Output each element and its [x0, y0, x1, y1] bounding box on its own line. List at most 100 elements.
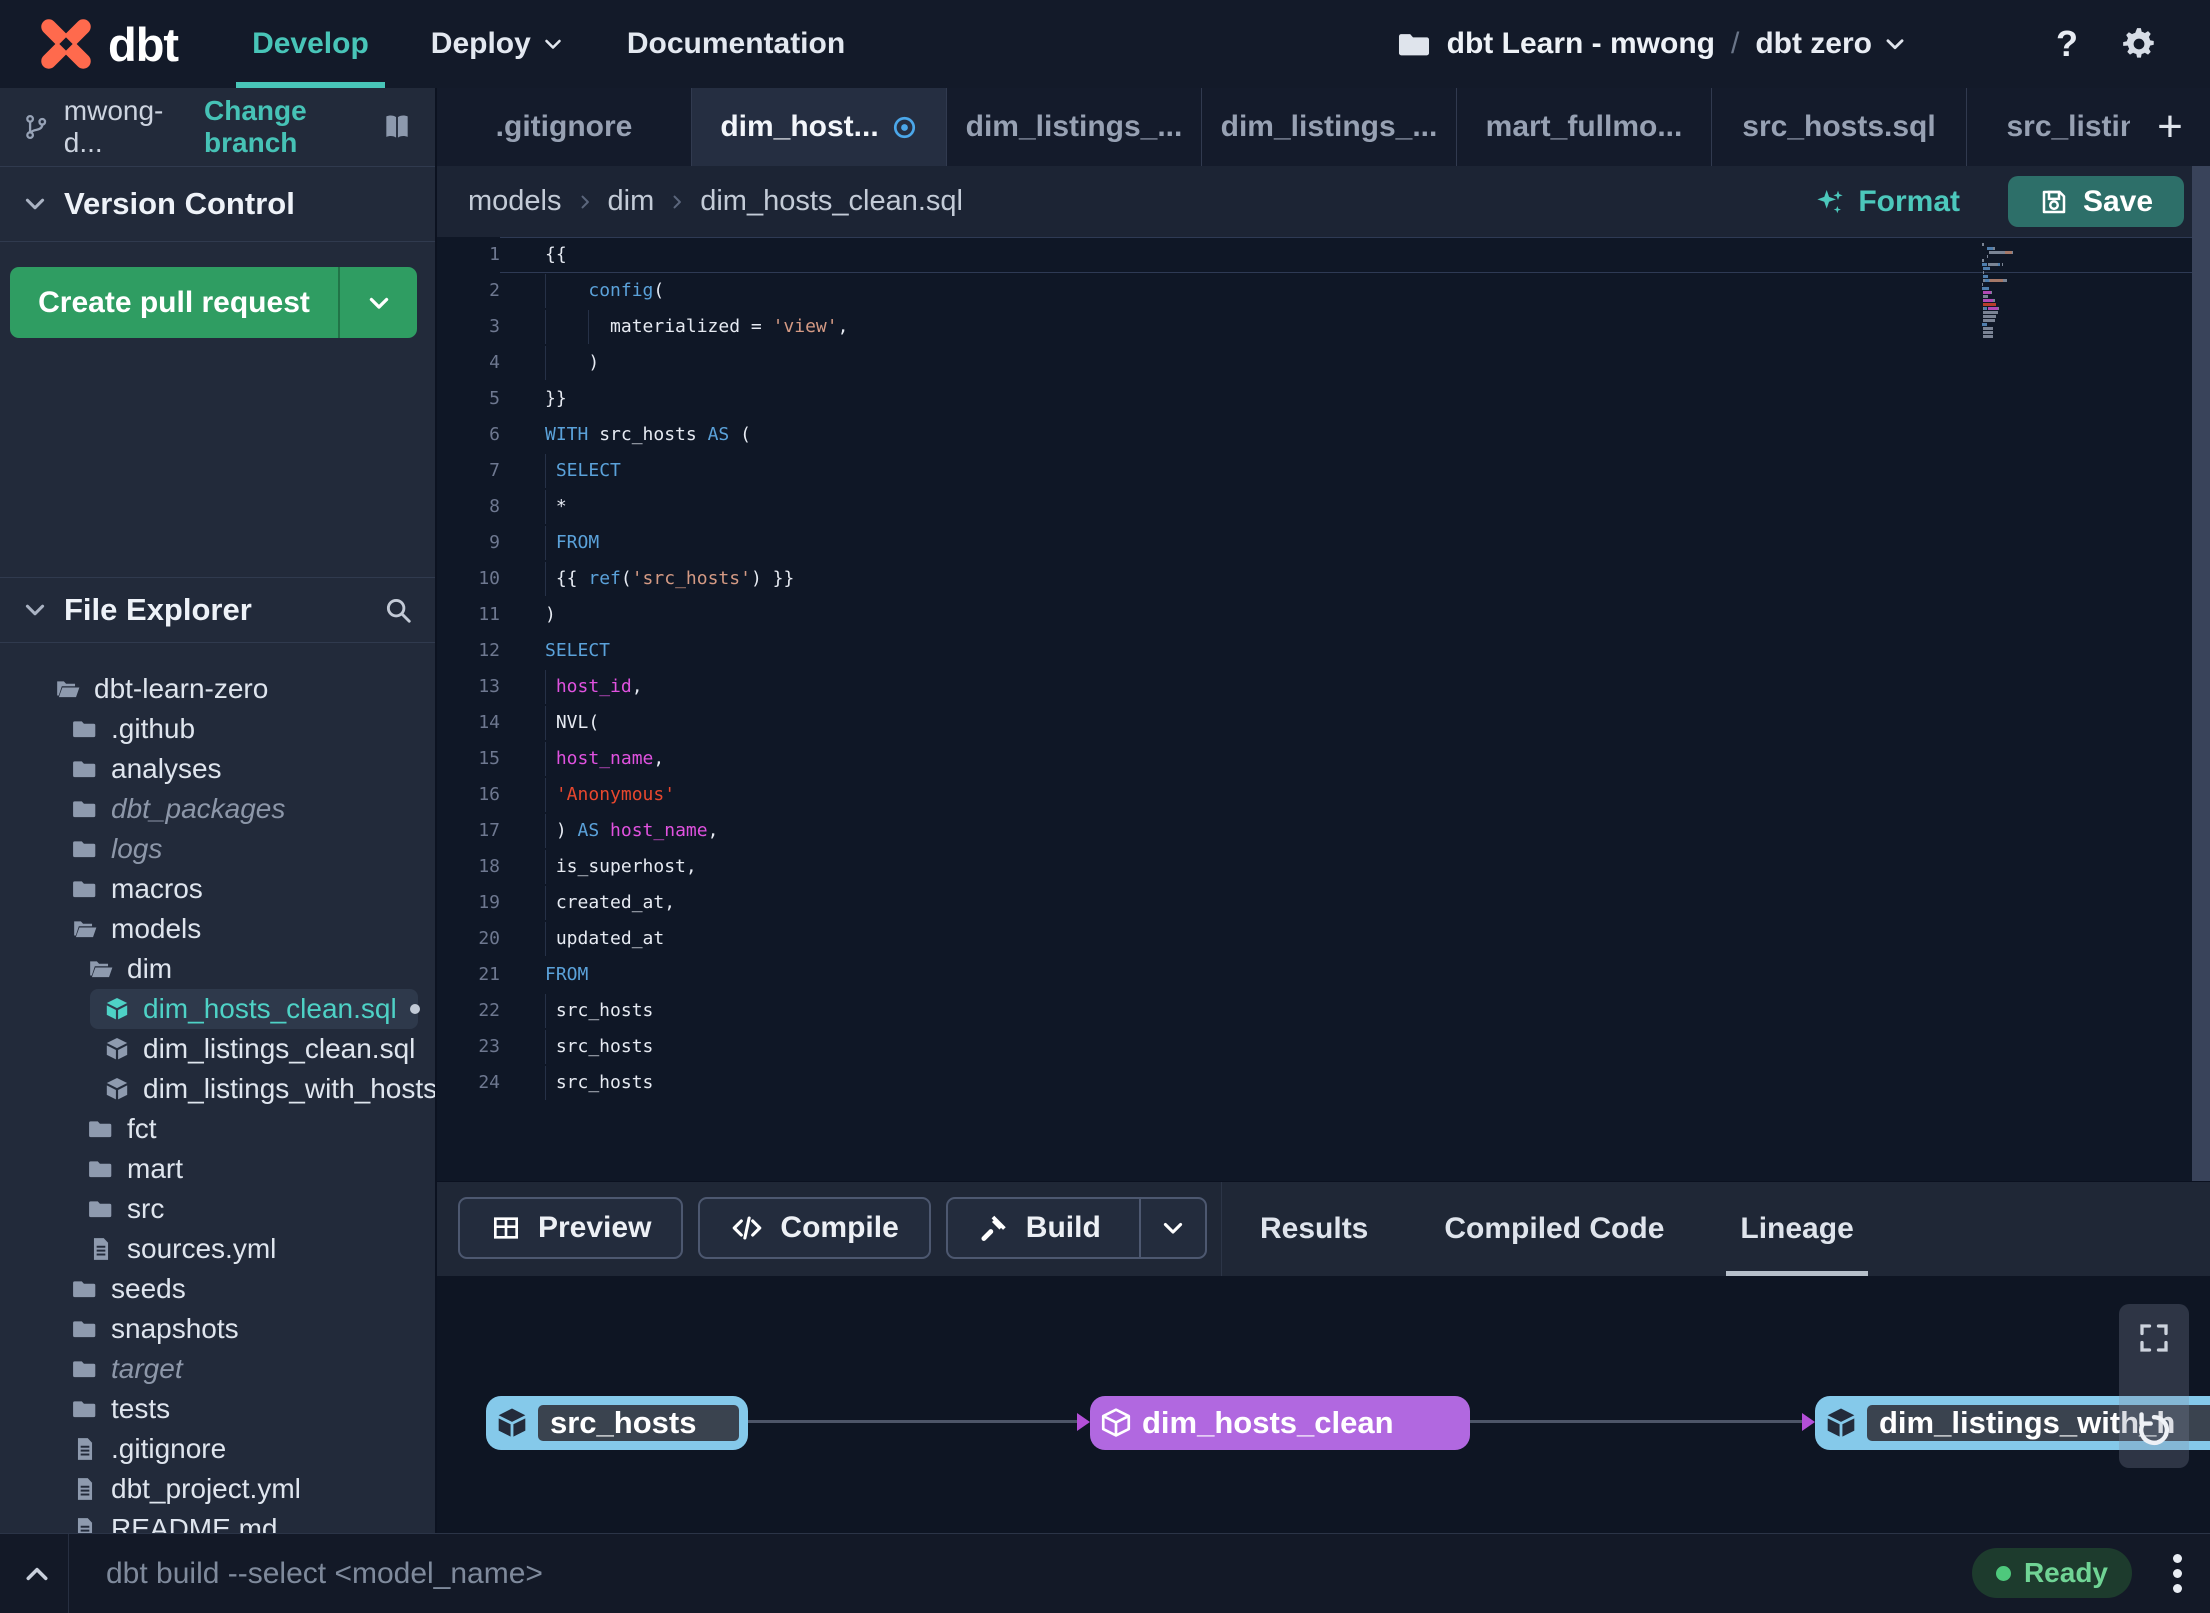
folder-icon [73, 801, 96, 818]
nav-menu-documentation[interactable]: Documentation [627, 0, 845, 88]
file-tree-item[interactable]: src [74, 1189, 418, 1229]
file-explorer-title: File Explorer [64, 592, 252, 627]
file-icon-holder [88, 1236, 114, 1262]
editor-tab[interactable]: src_listings. [1967, 88, 2130, 166]
lineage-node[interactable]: src_hosts [486, 1396, 748, 1450]
minimap-line [1982, 323, 2044, 326]
minimap-line [1982, 307, 2044, 310]
folder-icon-holder [72, 1396, 98, 1422]
file-tree-item[interactable]: logs [58, 829, 418, 869]
breadcrumb-item[interactable]: dim [608, 185, 655, 218]
reset-view-button[interactable] [2132, 1408, 2176, 1452]
statusbar-divider [68, 1534, 69, 1613]
file-search-button[interactable] [383, 595, 413, 625]
code-line: 17 ) AS host_name, [437, 813, 2210, 849]
panel-tab-lineage[interactable]: Lineage [1702, 1182, 1891, 1276]
node-cube-icon-holder [1090, 1406, 1142, 1440]
nav-menu: Develop Deploy Documentation [178, 0, 845, 88]
breadcrumb-item[interactable]: models [468, 185, 562, 218]
file-tree-item[interactable]: dim_listings_clean.sql [90, 1029, 418, 1069]
file-tree-item[interactable]: dim_hosts_clean.sql [90, 989, 420, 1029]
tab-label: dim_host... [720, 110, 879, 143]
editor-minimap[interactable] [1982, 243, 2044, 339]
file-tree-item[interactable]: dbt-learn-zero [41, 669, 418, 709]
build-dropdown[interactable] [1138, 1199, 1205, 1257]
lineage-node-label: src_hosts [538, 1405, 739, 1441]
file-tree-label: models [111, 913, 202, 944]
nav-menu-develop[interactable]: Develop [236, 0, 385, 88]
editor-tab[interactable]: .gitignore [437, 88, 692, 166]
git-branch-icon [26, 114, 47, 140]
create-pull-request-button[interactable]: Create pull request [10, 267, 338, 338]
tab-label: dim_listings_... [1220, 110, 1438, 143]
file-tree-item[interactable]: seeds [58, 1269, 418, 1309]
lineage-node[interactable]: dim_hosts_clean [1090, 1396, 1470, 1450]
file-tree-item[interactable]: target [58, 1349, 418, 1389]
file-tree-item[interactable]: README.md [58, 1509, 418, 1533]
folder-icon [73, 1401, 96, 1418]
lineage-canvas: src_hosts dim_hosts_clean dim_listings_wit… [437, 1276, 2210, 1533]
statusbar-menu-button[interactable] [2173, 1534, 2182, 1613]
unsaved-dot-icon [409, 1004, 420, 1014]
build-button[interactable]: Build [945, 1197, 1207, 1259]
file-tree-item[interactable]: macros [58, 869, 418, 909]
file-tree-item[interactable]: dbt_packages [58, 789, 418, 829]
dbt-logo[interactable]: dbt [36, 14, 179, 74]
file-explorer-header[interactable]: File Explorer [0, 577, 435, 643]
environment-selector[interactable]: dbt zero [1755, 27, 1872, 61]
version-control-header[interactable]: Version Control [0, 167, 435, 242]
minimap-line [1982, 319, 2044, 322]
file-tree-item[interactable]: .gitignore [58, 1429, 418, 1469]
action-buttons: Preview Compile Build [458, 1197, 1207, 1259]
change-branch-link[interactable]: Change branch [204, 95, 381, 159]
file-icon [77, 1478, 93, 1500]
file-tree-item[interactable]: models [58, 909, 418, 949]
format-button[interactable]: Format [1814, 185, 1960, 219]
breadcrumb-item[interactable]: dim_hosts_clean.sql [700, 185, 963, 218]
environment-chevron[interactable] [1882, 31, 1908, 57]
expand-console-button[interactable] [22, 1534, 52, 1613]
editor-tab[interactable]: mart_fullmo... [1457, 88, 1712, 166]
minimap-line [1982, 295, 2044, 298]
project-name[interactable]: dbt Learn - mwong [1447, 27, 1715, 61]
file-tree-item[interactable]: analyses [58, 749, 418, 789]
create-pull-request-dropdown[interactable] [340, 267, 417, 338]
editor-tab[interactable]: src_hosts.sql [1712, 88, 1967, 166]
nav-menu-deploy[interactable]: Deploy [431, 0, 565, 88]
file-tree-item[interactable]: dim_listings_with_hosts... [90, 1069, 435, 1109]
chevron-down-icon [369, 297, 388, 309]
file-tree-item[interactable]: tests [58, 1389, 418, 1429]
compile-button[interactable]: Compile [698, 1197, 931, 1259]
panel-tab-compiled-code[interactable]: Compiled Code [1406, 1182, 1702, 1276]
file-tree-label: snapshots [111, 1313, 239, 1344]
docs-book-button[interactable] [381, 111, 413, 143]
code-text: {{ ref('src_hosts') }} [500, 561, 2210, 597]
line-number: 8 [489, 496, 500, 517]
file-tree-item[interactable]: mart [74, 1149, 418, 1189]
minimap-line [1982, 283, 2044, 286]
file-tree-item[interactable]: sources.yml [74, 1229, 418, 1269]
command-input[interactable]: dbt build --select <model_name> [106, 1534, 543, 1613]
file-tree-item[interactable]: snapshots [58, 1309, 418, 1349]
help-button[interactable]: ? [2056, 23, 2078, 65]
file-tree-item[interactable]: .github [58, 709, 418, 749]
file-tree-item[interactable]: dbt_project.yml [58, 1469, 418, 1509]
button-label: Compile [780, 1211, 899, 1244]
fullscreen-button[interactable] [2136, 1320, 2172, 1356]
editor-tab[interactable]: dim_host... [692, 88, 947, 166]
code-line: 10 {{ ref('src_hosts') }} [437, 561, 2210, 597]
top-navbar: dbt Develop Deploy Documentation dbt Learn… [0, 0, 2210, 88]
code-line: 18 is_superhost, [437, 849, 2210, 885]
editor-tab[interactable]: dim_listings_... [1202, 88, 1457, 166]
file-tree-item[interactable]: dim [74, 949, 418, 989]
preview-button[interactable]: Preview [458, 1197, 684, 1259]
editor-scrollbar[interactable] [2192, 166, 2210, 1276]
settings-button[interactable] [2120, 25, 2158, 63]
code-editor[interactable]: 1{{2 config(3 materialized = 'view', 4 ) 5… [437, 237, 2210, 1181]
line-number: 2 [489, 280, 500, 301]
editor-tab[interactable]: dim_listings_... [947, 88, 1202, 166]
panel-tab-results[interactable]: Results [1222, 1182, 1406, 1276]
save-button[interactable]: Save [2008, 176, 2184, 227]
file-tree-item[interactable]: fct [74, 1109, 418, 1149]
new-tab-button[interactable]: + [2130, 88, 2210, 166]
